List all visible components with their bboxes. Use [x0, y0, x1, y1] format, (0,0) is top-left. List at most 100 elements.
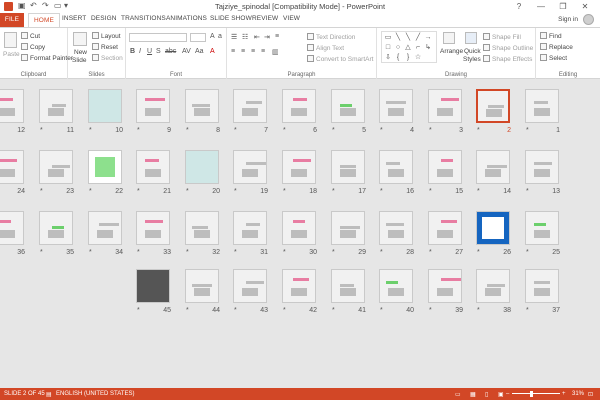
slide-thumbnail[interactable]	[331, 269, 365, 303]
slideshow-view-icon[interactable]: ▣	[498, 391, 504, 398]
help-button[interactable]: ?	[510, 0, 528, 13]
minimize-button[interactable]: —	[532, 0, 550, 13]
sign-in-link[interactable]: Sign in	[558, 16, 578, 23]
slide-thumbnail[interactable]	[476, 269, 510, 303]
font-color-icon[interactable]: A	[210, 48, 215, 55]
italic-button[interactable]: I	[139, 48, 141, 55]
slide-thumbnail[interactable]	[88, 211, 122, 245]
slide-thumbnail[interactable]	[233, 150, 267, 184]
tab-review[interactable]: REVIEW	[252, 15, 278, 22]
maximize-button[interactable]: ❐	[554, 0, 572, 13]
slide-thumbnail[interactable]	[136, 150, 170, 184]
normal-view-icon[interactable]: ▭	[455, 391, 461, 398]
slide-thumbnail[interactable]	[525, 89, 559, 123]
shadow-button[interactable]: S	[156, 48, 161, 55]
new-slide-button[interactable]: New	[74, 49, 87, 56]
shape-elbow-icon[interactable]: ↳	[424, 44, 432, 51]
slide-thumbnail[interactable]	[476, 211, 510, 245]
slide-thumbnail[interactable]	[185, 269, 219, 303]
shape-line3-icon[interactable]: ╱	[414, 34, 422, 41]
reset-button[interactable]: Reset	[92, 43, 118, 51]
quick-styles-label[interactable]: Styles	[463, 56, 481, 63]
find-button[interactable]: Find	[540, 32, 562, 40]
shape-arrow-icon[interactable]: →	[424, 34, 432, 41]
shape-brace2-icon[interactable]: }	[404, 54, 412, 61]
slide-thumbnail[interactable]	[185, 150, 219, 184]
slide-thumbnail[interactable]	[379, 211, 413, 245]
paste-button[interactable]: Paste	[3, 51, 20, 58]
reading-view-icon[interactable]: ▯	[485, 391, 488, 398]
cut-button[interactable]: Cut	[21, 32, 40, 40]
shapes-gallery[interactable]: ▭ ╲ ╲ ╱ → □ ○ △ ⌐ ↳ ⇩ { } ☆	[381, 31, 437, 63]
underline-button[interactable]: U	[147, 48, 152, 55]
shape-brace-icon[interactable]: {	[394, 54, 402, 61]
slide-thumbnail[interactable]	[282, 150, 316, 184]
slide-thumbnail[interactable]	[185, 89, 219, 123]
fit-to-window-icon[interactable]: ⊡	[588, 391, 593, 398]
slide-thumbnail[interactable]	[88, 150, 122, 184]
new-slide-label[interactable]: Slide	[72, 57, 86, 64]
avatar[interactable]	[583, 14, 594, 25]
quick-styles-icon[interactable]	[465, 32, 477, 44]
slide-sorter-view-icon[interactable]: ▦	[470, 391, 476, 398]
layout-button[interactable]: Layout	[92, 32, 121, 40]
slide-thumbnail[interactable]	[233, 89, 267, 123]
shape-triangle-icon[interactable]: △	[404, 44, 412, 51]
zoom-out-icon[interactable]: –	[506, 391, 509, 397]
tab-slide-show[interactable]: SLIDE SHOW	[210, 15, 252, 22]
slide-thumbnail[interactable]	[233, 269, 267, 303]
slide-thumbnail[interactable]	[379, 89, 413, 123]
zoom-level[interactable]: 31%	[572, 391, 584, 397]
shape-line2-icon[interactable]: ╲	[404, 34, 412, 41]
bold-button[interactable]: B	[130, 48, 135, 55]
strikethrough-button[interactable]: abc	[165, 48, 176, 55]
slide-thumbnail[interactable]	[0, 89, 24, 123]
shape-bracket-icon[interactable]: ⌐	[414, 44, 422, 51]
decrease-indent-icon[interactable]: ⇤	[254, 33, 260, 41]
tab-file[interactable]: FILE	[0, 13, 24, 27]
section-button[interactable]: Section	[92, 54, 123, 62]
select-button[interactable]: Select	[540, 54, 567, 62]
close-button[interactable]: ✕	[576, 0, 594, 13]
slide-thumbnail[interactable]	[428, 150, 462, 184]
arrange-button[interactable]: Arrange	[440, 48, 463, 55]
replace-button[interactable]: Replace	[540, 43, 573, 51]
increase-indent-icon[interactable]: ⇥	[264, 33, 270, 41]
shape-fill-button[interactable]: Shape Fill	[483, 33, 521, 41]
grow-font-icon[interactable]: A	[210, 33, 215, 40]
slide-thumbnail[interactable]	[136, 89, 170, 123]
columns-icon[interactable]: ▥	[272, 48, 279, 56]
arrange-icon[interactable]	[443, 32, 455, 44]
tab-view[interactable]: VIEW	[283, 15, 300, 22]
slide-thumbnail[interactable]	[525, 211, 559, 245]
numbering-icon[interactable]: ☷	[242, 33, 248, 41]
shape-effects-button[interactable]: Shape Effects	[483, 55, 532, 63]
shape-rectangle-icon[interactable]: ▭	[384, 34, 392, 41]
change-case-icon[interactable]: Aa	[195, 48, 204, 55]
tab-transitions[interactable]: TRANSITIONS	[121, 15, 166, 22]
justify-icon[interactable]: ≡	[261, 48, 265, 55]
slide-thumbnail[interactable]	[39, 211, 73, 245]
new-slide-icon[interactable]	[73, 32, 87, 46]
bullets-icon[interactable]: ☰	[231, 33, 237, 41]
shape-rect2-icon[interactable]: □	[384, 44, 392, 51]
slide-thumbnail[interactable]	[525, 269, 559, 303]
shape-star-icon[interactable]: ☆	[414, 54, 422, 61]
slide-thumbnail[interactable]	[476, 89, 510, 123]
zoom-in-icon[interactable]: +	[562, 391, 566, 397]
shape-line-icon[interactable]: ╲	[394, 34, 402, 41]
tab-animations[interactable]: ANIMATIONS	[166, 15, 207, 22]
paste-icon[interactable]	[4, 32, 17, 48]
slide-thumbnail[interactable]	[379, 150, 413, 184]
slide-thumbnail[interactable]	[39, 150, 73, 184]
slide-thumbnail[interactable]	[185, 211, 219, 245]
shape-oval-icon[interactable]: ○	[394, 44, 402, 51]
align-text-button[interactable]: Align Text	[307, 44, 344, 52]
tab-design[interactable]: DESIGN	[91, 15, 117, 22]
zoom-slider[interactable]	[512, 393, 560, 394]
copy-button[interactable]: Copy	[21, 43, 45, 51]
slide-thumbnail[interactable]	[282, 89, 316, 123]
slide-thumbnail[interactable]	[136, 269, 170, 303]
slide-thumbnail[interactable]	[0, 150, 24, 184]
shrink-font-icon[interactable]: a	[218, 33, 222, 40]
